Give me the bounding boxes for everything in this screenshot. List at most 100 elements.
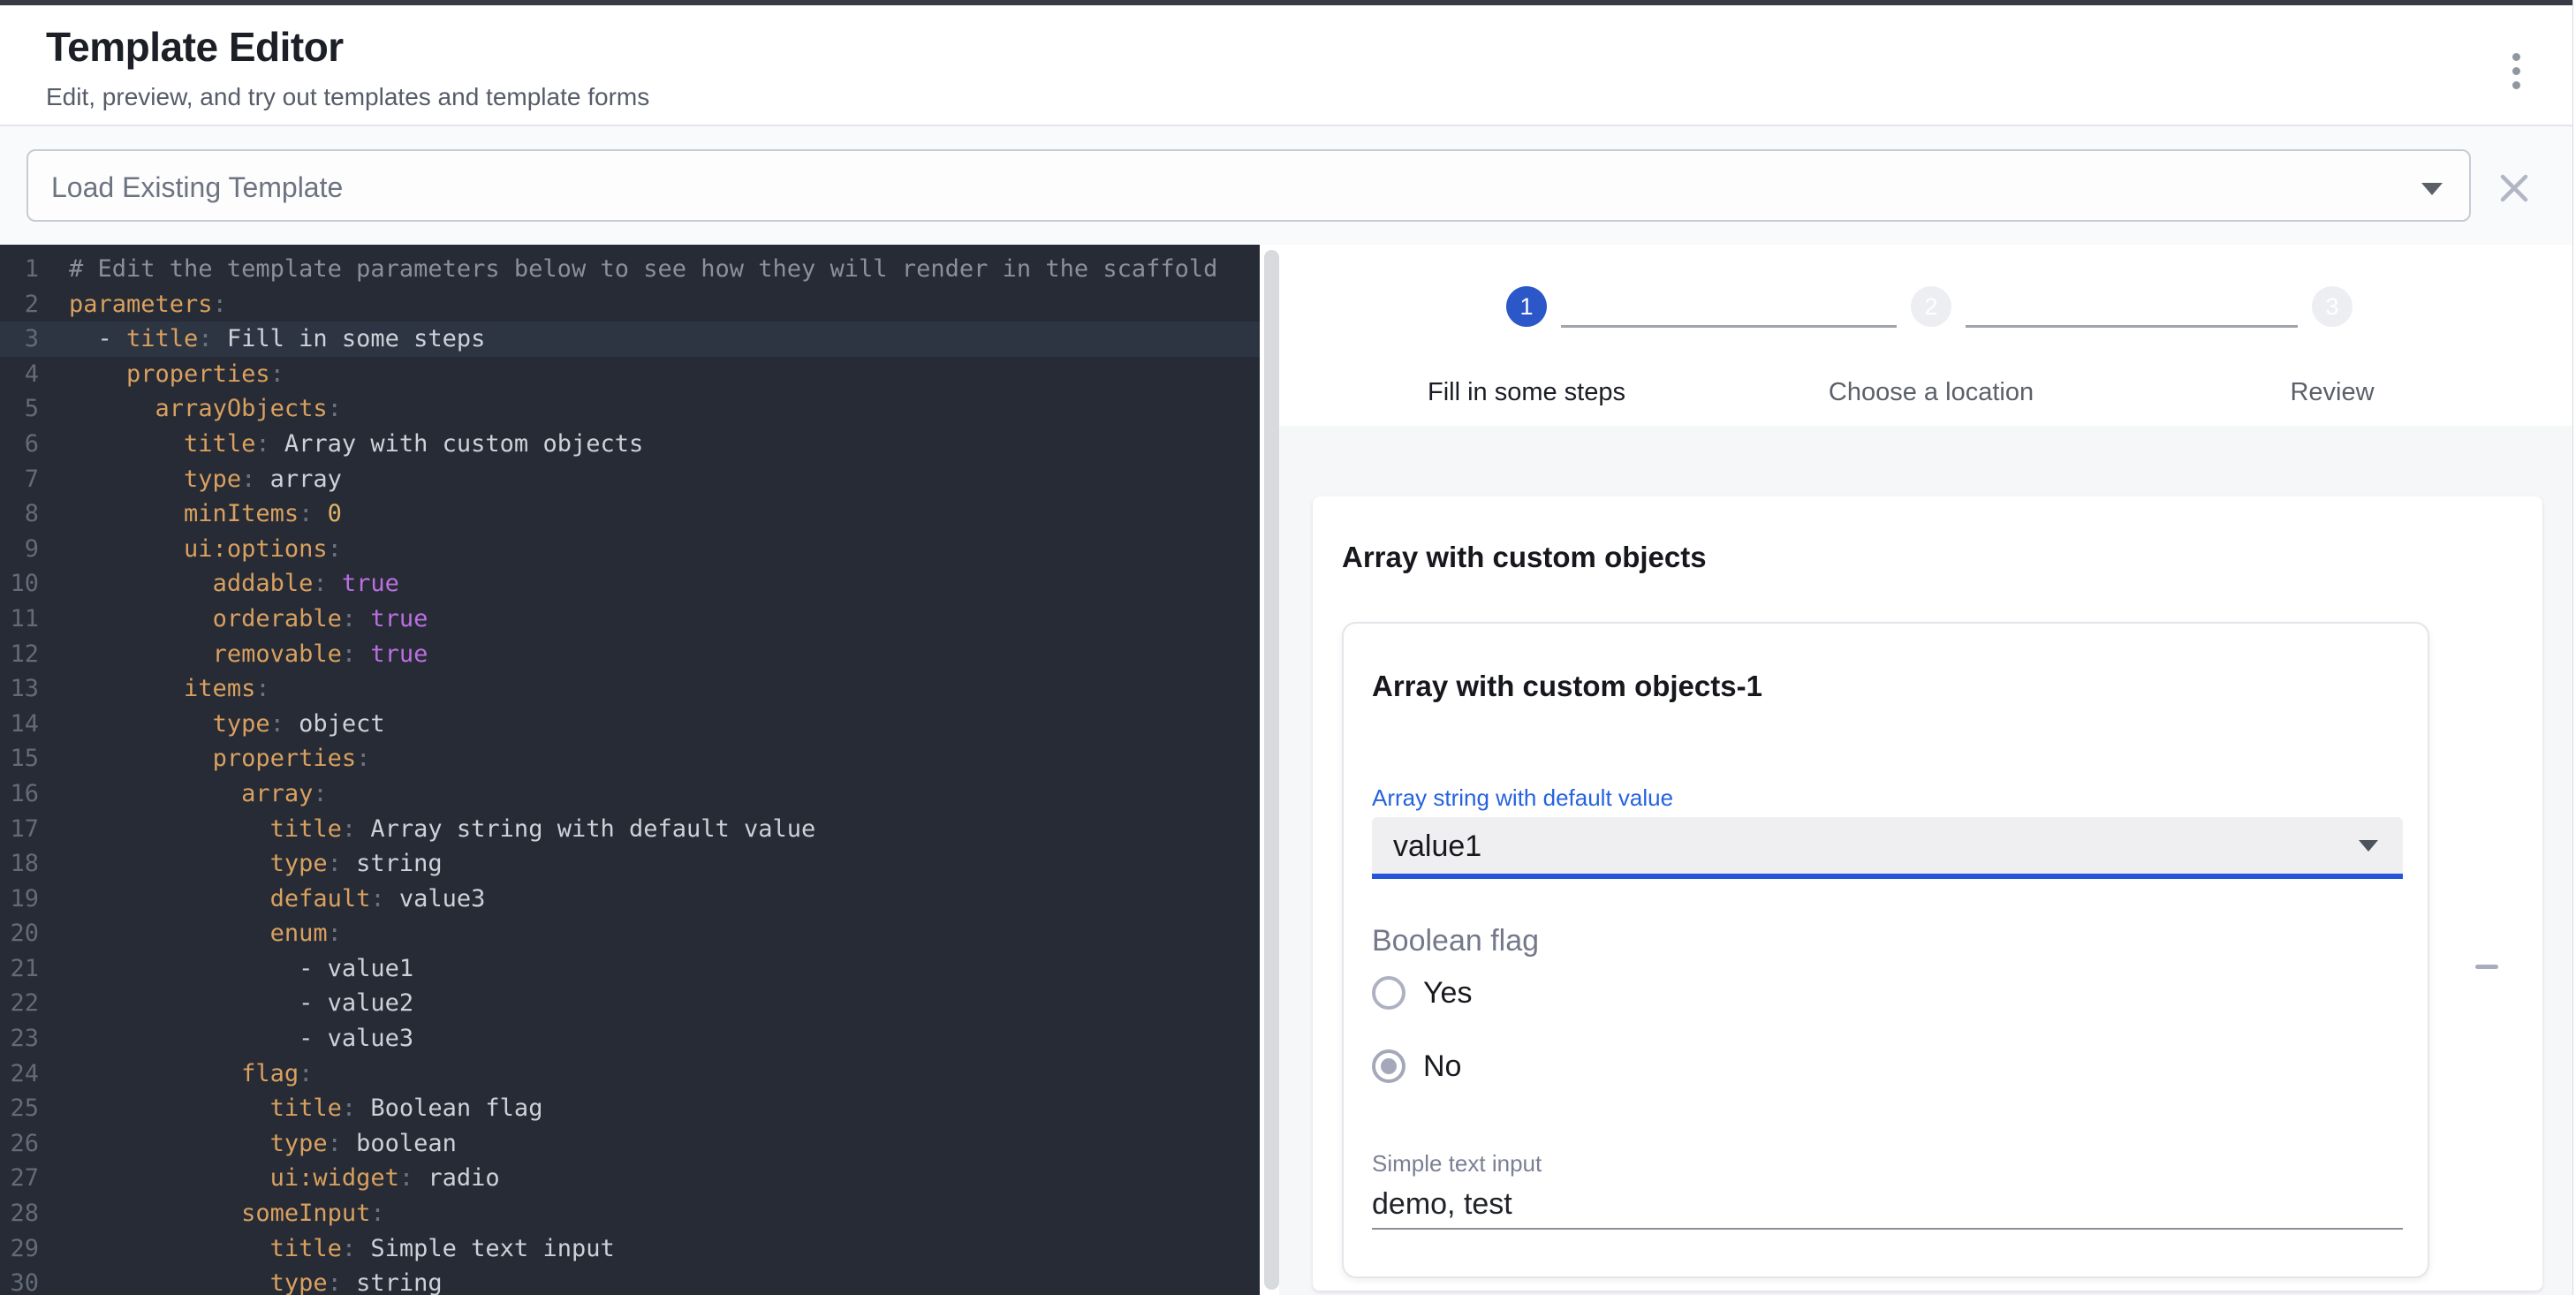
code-line-5[interactable]: 5 arrayObjects: [0, 391, 1260, 427]
line-number: 16 [0, 776, 39, 812]
remove-array-item-button[interactable] [2464, 952, 2510, 981]
radio-checked-icon[interactable] [1372, 1049, 1405, 1083]
kebab-dot [2512, 81, 2520, 89]
stepper: 1 2 3 Fill in some steps Choose a locati… [1279, 245, 2572, 426]
line-number: 24 [0, 1056, 39, 1092]
form-preview-panel: 1 2 3 Fill in some steps Choose a locati… [1279, 245, 2572, 1295]
line-number: 15 [0, 741, 39, 776]
caret-down-icon[interactable] [2421, 183, 2443, 195]
code-line-16[interactable]: 16 array: [0, 776, 1260, 812]
editor-scrollbar-track[interactable] [1260, 245, 1279, 1295]
code-text: orderable: true [39, 602, 428, 637]
radio-unchecked-icon[interactable] [1372, 976, 1405, 1010]
radio-option-label: No [1423, 1049, 1461, 1084]
code-line-6[interactable]: 6 title: Array with custom objects [0, 427, 1260, 462]
line-number: 23 [0, 1021, 39, 1056]
page-header: Template Editor Edit, preview, and try o… [0, 5, 2572, 126]
code-text: removable: true [39, 637, 428, 672]
code-text: type: array [39, 462, 342, 497]
code-text: type: string [39, 1266, 443, 1295]
code-text: - value1 [39, 951, 413, 987]
code-text: - value2 [39, 986, 413, 1021]
kebab-dot [2512, 67, 2520, 75]
code-line-18[interactable]: 18 type: string [0, 846, 1260, 882]
form-section-title: Array with custom objects [1342, 541, 1707, 574]
step-2-circle[interactable]: 2 [1911, 286, 1951, 327]
code-line-15[interactable]: 15 properties: [0, 741, 1260, 776]
load-template-autocomplete[interactable]: Load Existing Template [27, 149, 2471, 222]
line-number: 1 [0, 252, 39, 287]
line-number: 29 [0, 1231, 39, 1267]
code-line-13[interactable]: 13 items: [0, 671, 1260, 707]
line-number: 18 [0, 846, 39, 882]
code-line-23[interactable]: 23 - value3 [0, 1021, 1260, 1056]
code-text: type: string [39, 846, 443, 882]
code-text: properties: [39, 741, 370, 776]
clear-selection-icon[interactable] [2500, 174, 2528, 202]
code-line-9[interactable]: 9 ui:options: [0, 532, 1260, 567]
line-number: 9 [0, 532, 39, 567]
code-line-24[interactable]: 24 flag: [0, 1056, 1260, 1092]
code-text: properties: [39, 357, 284, 392]
code-text: title: Boolean flag [39, 1091, 542, 1126]
window-scrollbar-gutter[interactable] [2572, 0, 2576, 1295]
line-number: 27 [0, 1161, 39, 1196]
load-template-placeholder: Load Existing Template [51, 171, 343, 204]
code-line-7[interactable]: 7 type: array [0, 462, 1260, 497]
code-line-28[interactable]: 28 someInput: [0, 1196, 1260, 1231]
step-connector [1966, 325, 2298, 328]
simple-text-input[interactable]: demo, test [1372, 1187, 1512, 1222]
code-line-1[interactable]: 1# Edit the template parameters below to… [0, 252, 1260, 287]
code-text: minItems: 0 [39, 496, 342, 532]
code-text: type: object [39, 707, 385, 742]
code-line-14[interactable]: 14 type: object [0, 707, 1260, 742]
code-line-10[interactable]: 10 addable: true [0, 566, 1260, 602]
line-number: 30 [0, 1266, 39, 1295]
yaml-code-editor[interactable]: 1# Edit the template parameters below to… [0, 245, 1260, 1295]
code-line-17[interactable]: 17 title: Array string with default valu… [0, 812, 1260, 847]
code-line-20[interactable]: 20 enum: [0, 916, 1260, 951]
code-text: ui:widget: radio [39, 1161, 500, 1196]
line-number: 19 [0, 882, 39, 917]
code-text: arrayObjects: [39, 391, 342, 427]
code-line-11[interactable]: 11 orderable: true [0, 602, 1260, 637]
code-line-19[interactable]: 19 default: value3 [0, 882, 1260, 917]
code-line-25[interactable]: 25 title: Boolean flag [0, 1091, 1260, 1126]
radio-group-label: Boolean flag [1372, 924, 1539, 958]
code-text: someInput: [39, 1196, 385, 1231]
code-text: type: boolean [39, 1126, 457, 1162]
step-3-circle[interactable]: 3 [2312, 286, 2352, 327]
code-text: addable: true [39, 566, 399, 602]
code-line-26[interactable]: 26 type: boolean [0, 1126, 1260, 1162]
code-line-29[interactable]: 29 title: Simple text input [0, 1231, 1260, 1267]
code-text: - title: Fill in some steps [39, 322, 485, 357]
more-options-kebab-icon[interactable] [2505, 48, 2527, 94]
page-subtitle: Edit, preview, and try out templates and… [46, 83, 649, 111]
code-line-27[interactable]: 27 ui:widget: radio [0, 1161, 1260, 1196]
radio-option-yes[interactable]: Yes [1372, 975, 1472, 1011]
line-number: 2 [0, 287, 39, 322]
line-number: 10 [0, 566, 39, 602]
code-line-22[interactable]: 22 - value2 [0, 986, 1260, 1021]
code-line-12[interactable]: 12 removable: true [0, 637, 1260, 672]
code-lines: 1# Edit the template parameters below to… [0, 252, 1260, 1295]
line-number: 8 [0, 496, 39, 532]
line-number: 28 [0, 1196, 39, 1231]
line-number: 17 [0, 812, 39, 847]
code-line-3[interactable]: 3 - title: Fill in some steps [0, 322, 1260, 357]
form-step-card: Array with custom objects Array with cus… [1313, 496, 2542, 1291]
step-1-circle[interactable]: 1 [1506, 286, 1547, 327]
kebab-dot [2512, 53, 2520, 61]
radio-option-no[interactable]: No [1372, 1049, 1461, 1084]
code-line-8[interactable]: 8 minItems: 0 [0, 496, 1260, 532]
code-text: # Edit the template parameters below to … [39, 252, 1217, 287]
code-line-21[interactable]: 21 - value1 [0, 951, 1260, 987]
editor-scrollbar-thumb[interactable] [1264, 250, 1279, 1290]
code-text: flag: [39, 1056, 313, 1092]
code-line-30[interactable]: 30 type: string [0, 1266, 1260, 1295]
code-text: title: Array with custom objects [39, 427, 643, 462]
code-line-2[interactable]: 2parameters: [0, 287, 1260, 322]
code-text: title: Simple text input [39, 1231, 615, 1267]
code-line-4[interactable]: 4 properties: [0, 357, 1260, 392]
array-string-select[interactable]: value1 [1372, 817, 2403, 879]
